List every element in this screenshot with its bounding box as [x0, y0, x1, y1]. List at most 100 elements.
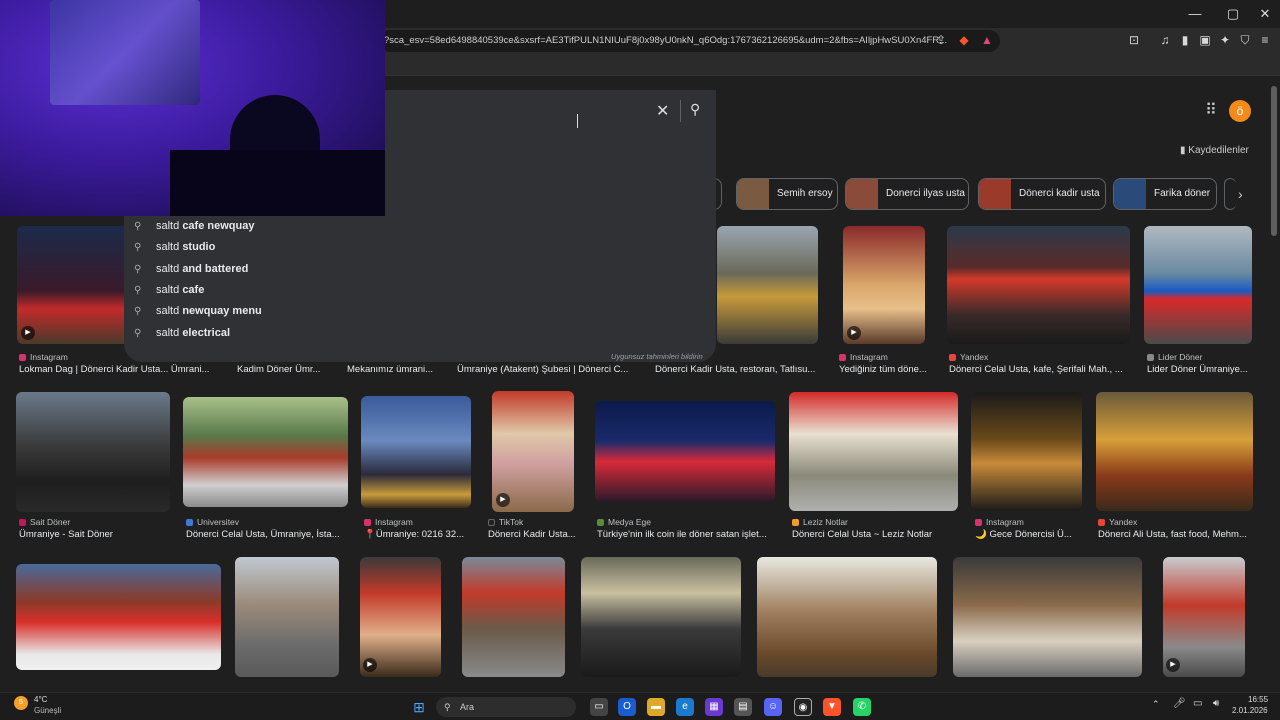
outlook-icon[interactable]: O	[618, 698, 636, 716]
leo-ai-icon[interactable]: ✦	[1216, 31, 1234, 49]
divider	[680, 100, 681, 122]
result-image[interactable]	[595, 401, 775, 502]
chip-item[interactable]: Dönerci kadir usta	[978, 178, 1106, 210]
result-image[interactable]: ▶	[17, 226, 128, 344]
search-icon[interactable]: ⚲	[690, 101, 700, 118]
suggestion-item[interactable]: ⚲ saltd cafe newquay	[134, 217, 254, 235]
result-caption[interactable]: 📍Ümraniye: 0216 32...	[364, 529, 474, 540]
clock-date[interactable]: 2.01.2026	[1232, 706, 1268, 715]
result-caption[interactable]: Dönerci Ali Usta, fast food, Mehm...	[1098, 529, 1258, 540]
report-predictions-link[interactable]: Uygunsuz tahminleri bildirin	[611, 352, 703, 361]
search-icon: ⚲	[444, 702, 451, 712]
clock-time[interactable]: 16:55	[1248, 695, 1268, 704]
edge-icon[interactable]: e	[676, 698, 694, 716]
install-app-icon[interactable]: ⊡	[1125, 31, 1143, 49]
suggestion-item[interactable]: ⚲ saltd and battered	[134, 260, 248, 278]
maximize-button[interactable]: ▢	[1218, 4, 1248, 24]
result-image[interactable]	[971, 392, 1082, 511]
apps-grid-icon[interactable]: ⠿	[1202, 102, 1220, 120]
result-image[interactable]	[361, 396, 471, 508]
result-caption[interactable]: Yediğiniz tüm döne...	[839, 364, 937, 375]
chip-label: Donerci ilyas usta	[886, 188, 965, 199]
brave-shield-icon[interactable]: ◆	[955, 31, 973, 49]
result-image[interactable]	[757, 557, 937, 677]
chevron-right-icon[interactable]: ›	[1238, 186, 1243, 202]
result-caption[interactable]: Mekanımız ümrani...	[347, 364, 443, 375]
result-caption[interactable]: Türkiye'nin ilk coin ile döner satan işl…	[597, 529, 775, 540]
music-icon[interactable]: ♫	[1156, 31, 1174, 49]
result-image[interactable]	[462, 557, 565, 677]
obs-icon[interactable]: ◉	[794, 698, 812, 716]
weather-badge: 5	[19, 699, 23, 706]
result-caption[interactable]: Ümraniye - Sait Döner	[19, 529, 169, 540]
brave-icon[interactable]: ▼	[823, 698, 841, 716]
wall-poster	[50, 0, 200, 105]
weather-icon[interactable]: 5	[14, 696, 28, 710]
taskbar-search[interactable]: ⚲ Ara	[436, 697, 576, 717]
task-view-icon[interactable]: ▭	[590, 698, 608, 716]
chip-item[interactable]: Semih ersoy	[736, 178, 838, 210]
result-image[interactable]	[183, 397, 348, 507]
result-caption[interactable]: Lider Döner Ümraniye...	[1147, 364, 1257, 375]
suggestion-item[interactable]: ⚲ saltd studio	[134, 238, 215, 256]
suggestion-item[interactable]: ⚲ saltd electrical	[134, 324, 230, 342]
store-icon[interactable]: ▤	[734, 698, 752, 716]
menu-icon[interactable]: ≡	[1256, 31, 1274, 49]
saved-link[interactable]: ▮ Kaydedilenler	[1180, 145, 1249, 156]
result-caption[interactable]: Dönerci Kadir Usta...	[488, 529, 582, 540]
vpn-icon[interactable]: ⛉	[1236, 31, 1254, 49]
tray-chevron-icon[interactable]: ⌃	[1152, 699, 1160, 710]
result-image[interactable]	[717, 226, 818, 344]
result-image[interactable]: ▶	[492, 391, 574, 512]
whatsapp-icon[interactable]: ✆	[853, 698, 871, 716]
result-image[interactable]	[1144, 226, 1252, 344]
result-image[interactable]: ▶	[843, 226, 925, 344]
close-window-button[interactable]: ✕	[1250, 4, 1280, 24]
result-image[interactable]	[953, 557, 1142, 677]
result-caption[interactable]: Dönerci Celal Usta ~ Leziz Notlar	[792, 529, 962, 540]
result-image[interactable]	[789, 392, 958, 511]
result-caption[interactable]: Dönerci Kadir Usta, restoran, Tatlısu...	[655, 364, 827, 375]
result-caption[interactable]: Dönerci Celal Usta, Ümraniye, İsta...	[186, 529, 346, 540]
share-icon[interactable]: ⇪	[932, 31, 950, 49]
microphone-icon[interactable]: 🎤︎	[1173, 698, 1186, 709]
result-caption[interactable]: 🌙 Gece Dönercisi Ü...	[975, 529, 1087, 540]
chip-item[interactable]: Donerci ilyas usta	[845, 178, 969, 210]
scrollbar[interactable]	[1268, 76, 1280, 692]
result-caption[interactable]: Ümraniye (Atakent) Şubesi | Dönerci C...	[457, 364, 637, 375]
clear-search-icon[interactable]: ✕	[656, 101, 669, 121]
result-caption[interactable]: Kadim Döner Ümr...	[237, 364, 329, 375]
result-caption[interactable]: Dönerci Celal Usta, kafe, Şerifali Mah.,…	[949, 364, 1131, 375]
result-image[interactable]	[235, 557, 339, 677]
sidebar-icon[interactable]: ▮	[1176, 31, 1194, 49]
volume-icon[interactable]: 🔊︎	[1213, 698, 1219, 709]
result-image[interactable]	[16, 392, 170, 512]
chip-thumbnail	[979, 179, 1011, 209]
chip-item[interactable]	[1224, 178, 1236, 210]
result-image[interactable]: ▶	[360, 557, 441, 677]
suggestion-item[interactable]: ⚲ saltd newquay menu	[134, 302, 262, 320]
result-caption[interactable]: Lokman Dag | Dönerci Kadir Usta... Ümran…	[19, 364, 233, 375]
app-icon[interactable]: ▦	[705, 698, 723, 716]
avatar[interactable]: ö	[1229, 100, 1251, 122]
source-label: Medya Ege	[597, 517, 651, 527]
result-image[interactable]	[947, 226, 1130, 344]
instagram-icon	[19, 354, 26, 361]
chip-item[interactable]: Farika döner	[1113, 178, 1217, 210]
scrollbar-thumb[interactable]	[1271, 86, 1277, 236]
network-icon[interactable]: ▭	[1193, 698, 1202, 709]
wallet-icon[interactable]: ▣	[1196, 31, 1214, 49]
discord-icon[interactable]: ☺	[764, 698, 782, 716]
file-explorer-icon[interactable]: ▬	[647, 698, 665, 716]
chip-label: Dönerci kadir usta	[1019, 188, 1100, 199]
windows-start-icon[interactable]: ⊞	[410, 698, 428, 716]
result-image[interactable]	[581, 557, 741, 677]
result-image[interactable]: ▶	[1163, 557, 1245, 677]
source-label: Sait Döner	[19, 517, 70, 527]
rewards-icon[interactable]: ▲	[978, 31, 996, 49]
suggestion-item[interactable]: ⚲ saltd cafe	[134, 281, 204, 299]
address-bar[interactable]: ?sca_esv=58ed6498840539ce&sxsrf=AE3TifPU…	[378, 30, 1000, 52]
minimize-button[interactable]: —	[1180, 4, 1210, 24]
result-image[interactable]	[16, 564, 221, 670]
result-image[interactable]	[1096, 392, 1253, 511]
